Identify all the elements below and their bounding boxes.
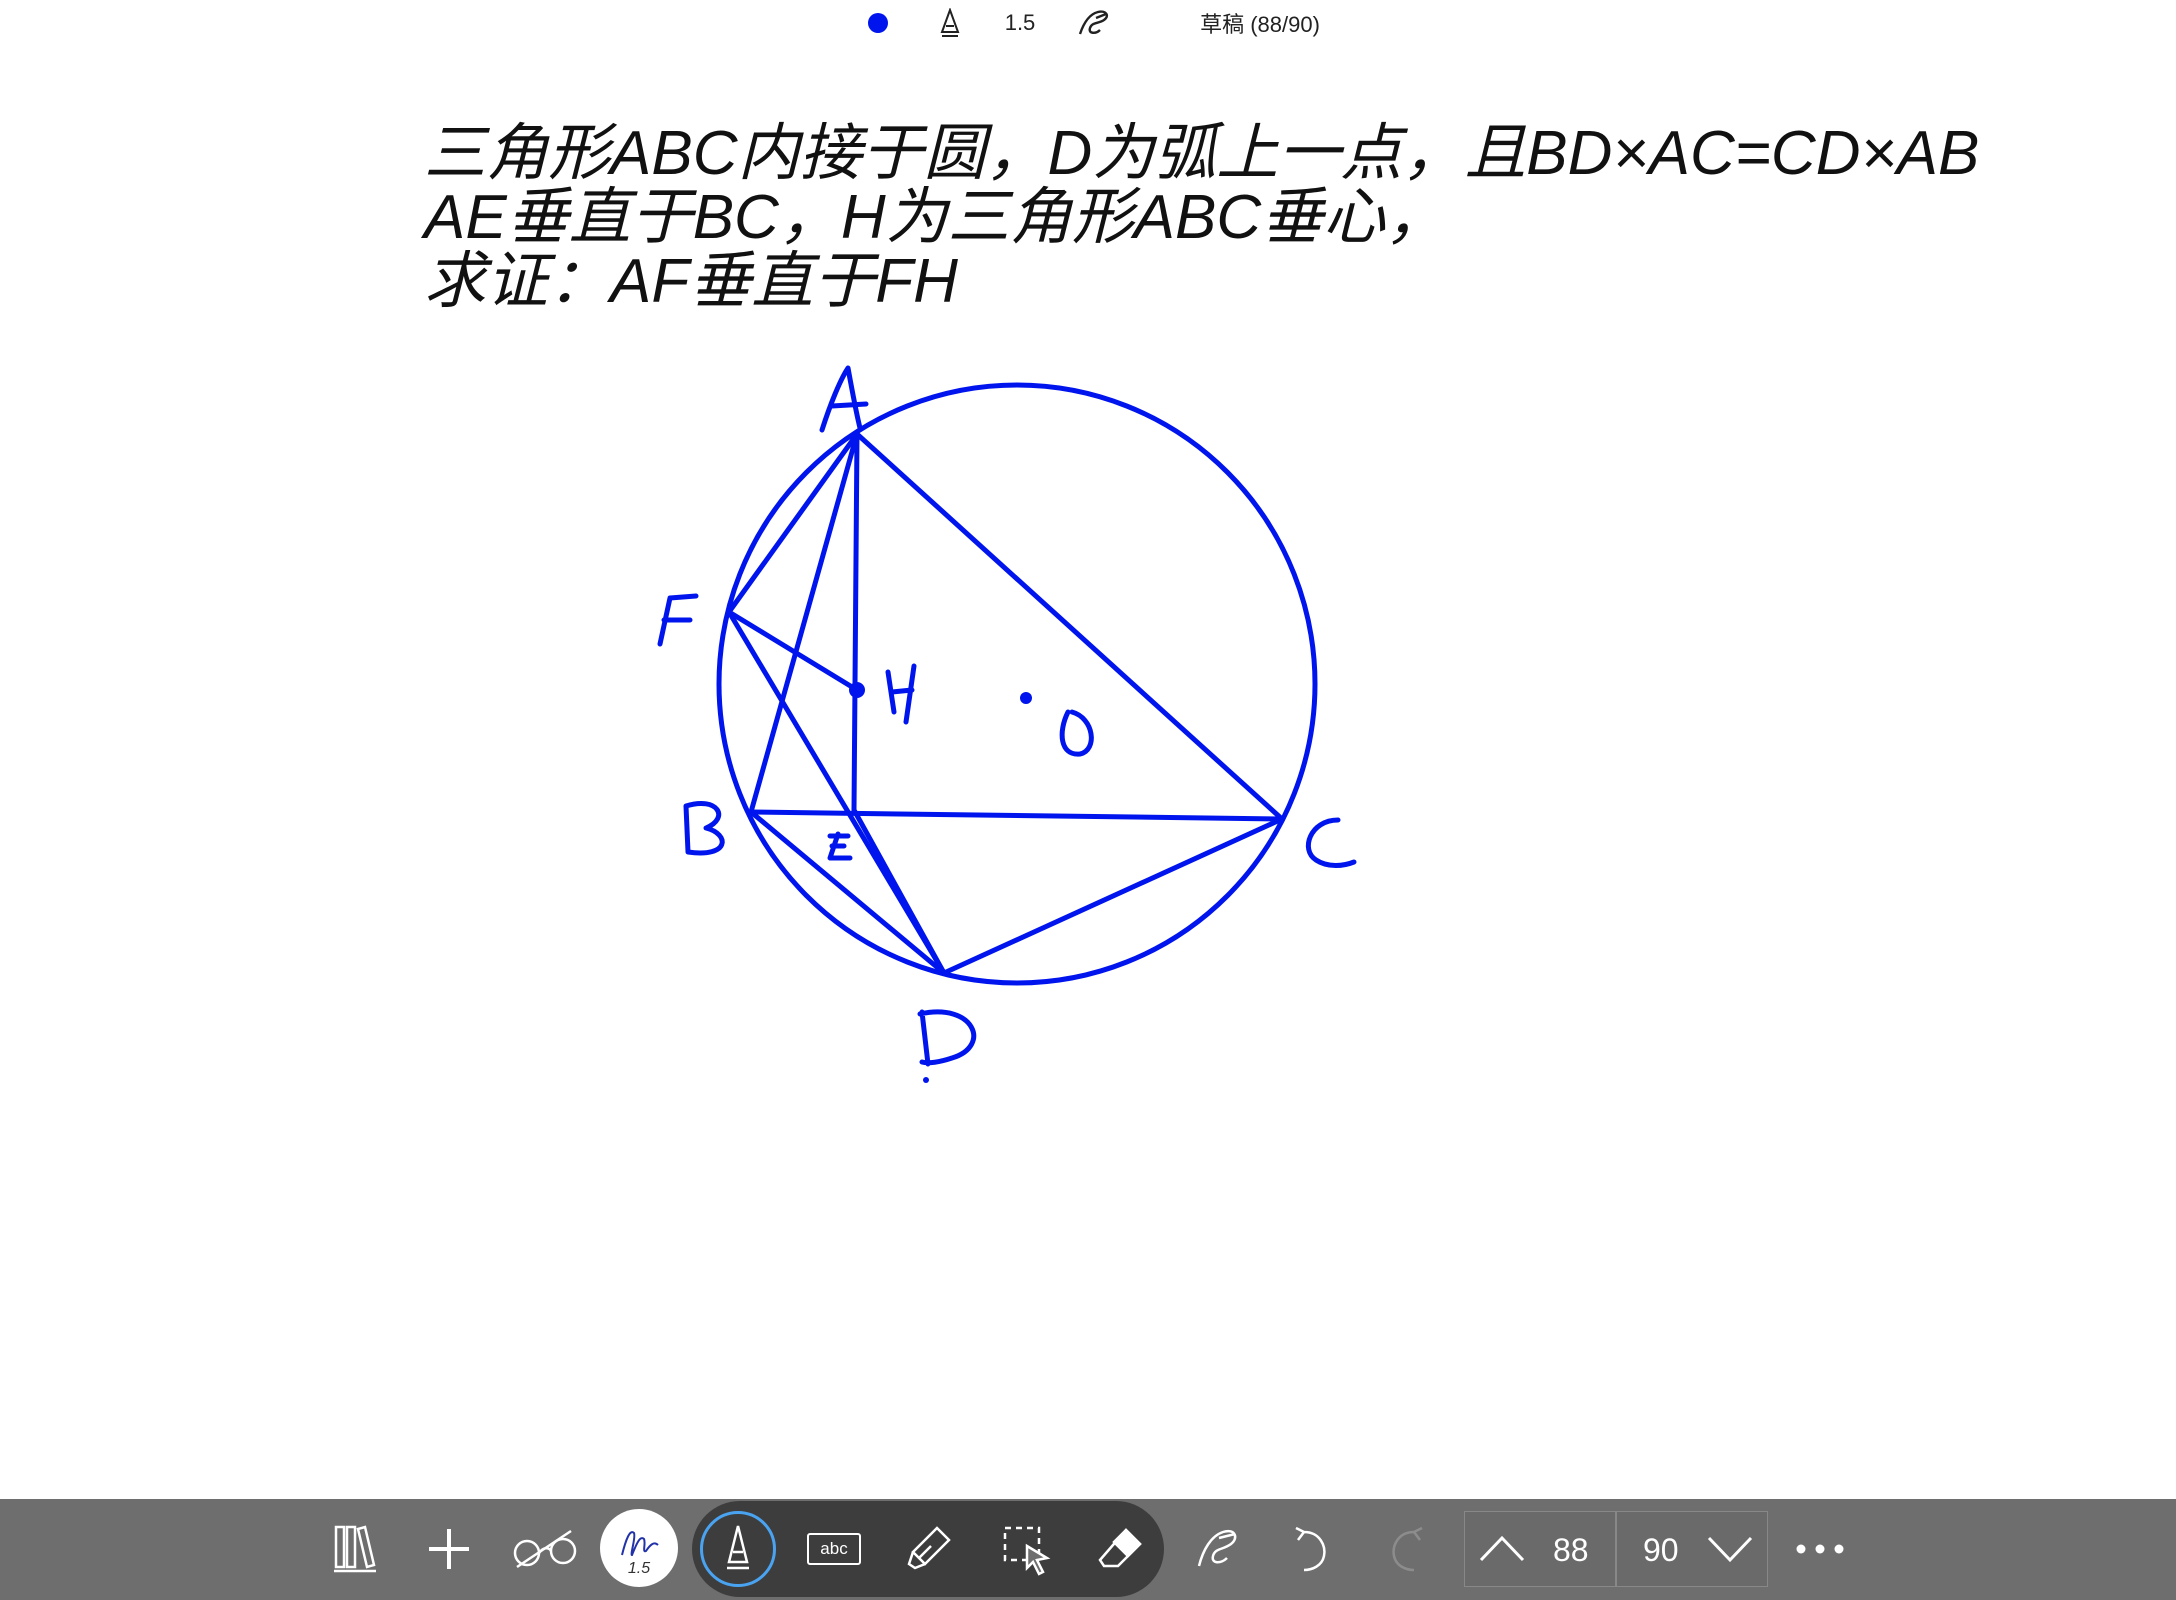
text-tool-button[interactable]: abc (800, 1515, 868, 1583)
pen-icon (727, 1525, 749, 1570)
library-icon (334, 1525, 376, 1573)
eraser-icon (1098, 1528, 1142, 1568)
text-tool-label: abc (820, 1539, 848, 1558)
label-d (917, 1009, 977, 1067)
add-icon (429, 1529, 469, 1569)
pen-size-label: 1.5 (627, 1560, 651, 1577)
more-options-button[interactable] (1790, 1515, 1850, 1583)
label-o (1059, 709, 1094, 757)
text-box-icon: abc (807, 1533, 861, 1565)
drawing-canvas[interactable] (0, 0, 2176, 1500)
label-c (1305, 817, 1357, 868)
more-dots-icon (1796, 1544, 1844, 1554)
center-dot-o (1020, 692, 1032, 704)
ink-to-shape-icon (1197, 1529, 1237, 1567)
undo-icon (1295, 1526, 1326, 1572)
circumcircle (716, 382, 1318, 986)
glasses-icon (513, 1529, 577, 1569)
handwritten-labels (657, 365, 1357, 1067)
pen-tool-button[interactable] (700, 1511, 776, 1587)
chevron-up-icon (1479, 1535, 1525, 1562)
current-page-number: 88 (1553, 1531, 1589, 1568)
label-a (819, 365, 869, 433)
add-page-button[interactable] (420, 1515, 478, 1583)
redo-button[interactable] (1380, 1515, 1440, 1583)
line-segments (726, 431, 1285, 976)
ink-to-shape-button[interactable] (1186, 1515, 1252, 1583)
eraser-tool-button[interactable] (1086, 1515, 1154, 1583)
point-dot-d (923, 1077, 929, 1083)
lasso-select-icon (1003, 1526, 1051, 1576)
view-mode-button[interactable] (508, 1515, 584, 1583)
label-f (657, 593, 699, 647)
next-page-control[interactable]: 90 (1616, 1511, 1768, 1587)
pen-settings-button[interactable]: 1.5 (600, 1509, 678, 1587)
highlighter-icon (907, 1526, 951, 1570)
highlighter-tool-button[interactable] (894, 1515, 962, 1583)
orthocenter-dot-h (849, 682, 865, 698)
label-b (683, 800, 725, 856)
redo-icon (1392, 1526, 1423, 1572)
label-e (827, 831, 853, 861)
notebook-library-button[interactable] (326, 1515, 384, 1583)
previous-page-control[interactable]: 88 (1464, 1511, 1616, 1587)
label-h (885, 663, 917, 725)
lasso-select-button[interactable] (994, 1515, 1062, 1583)
chevron-down-icon (1707, 1536, 1753, 1563)
total-pages-number: 90 (1643, 1531, 1679, 1568)
bottom-toolbar: 1.5 abc 88 90 (0, 1499, 2176, 1600)
undo-button[interactable] (1278, 1515, 1338, 1583)
